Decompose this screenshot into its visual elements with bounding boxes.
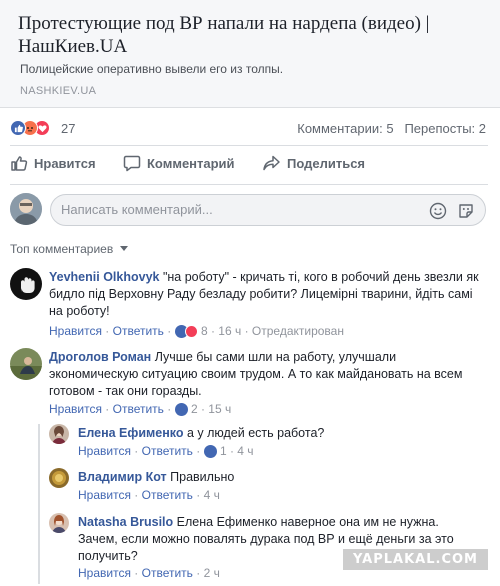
avatar[interactable] [49,513,69,533]
comment-body: Елена Ефименко а у людей есть работа? [78,425,478,442]
link-preview-title[interactable]: Протестующие под ВР напали на нардепа (в… [18,12,488,58]
comment-like-link[interactable]: Нравится [49,402,102,416]
comment-button[interactable]: Комментарий [123,154,235,172]
comment-sort-dropdown[interactable]: Топ комментариев [10,242,128,256]
avatar[interactable] [49,424,69,444]
comment-like-link[interactable]: Нравится [78,488,131,502]
comment-sort-label: Топ комментариев [10,242,114,256]
comment-reply-link[interactable]: Ответить [113,324,164,338]
comment-time[interactable]: 4 ч [237,444,253,458]
comment-author[interactable]: Yevhenii Olkhovyk [49,270,159,284]
comment-time[interactable]: 2 ч [204,566,220,580]
avatar[interactable] [49,468,69,488]
comment-input-box[interactable] [50,194,486,226]
comment-like-link[interactable]: Нравится [49,324,102,338]
watermark: YAPLAKAL.COM [343,549,488,570]
comment-body: Дроголов Роман Лучше бы сами шли на рабо… [49,349,479,400]
link-preview[interactable]: Протестующие под ВР напали на нардепа (в… [0,0,500,108]
comment-reaction-count[interactable]: 8 [201,324,208,338]
comment-text: а у людей есть работа? [186,426,325,440]
sticker-icon[interactable] [457,202,475,220]
comment-reply-link[interactable]: Ответить [142,566,193,580]
like-icon [203,445,217,458]
comment-reply-link[interactable]: Ответить [142,444,193,458]
avatar[interactable] [10,268,42,300]
share-button-label: Поделиться [287,155,366,171]
comment-time[interactable]: 4 ч [204,488,220,502]
like-icon [174,403,188,416]
reply: Natasha Brusilo Елена Ефименко наверное … [49,513,489,583]
comment-meta: Нравится · Ответить · 1 · 4 ч [78,444,254,458]
like-button-label: Нравится [34,155,96,171]
emoji-icon[interactable] [429,202,447,220]
share-icon [263,155,280,171]
comment-author[interactable]: Дроголов Роман [49,350,151,364]
comment-like-link[interactable]: Нравится [78,444,131,458]
comment-reply-link[interactable]: Ответить [113,402,164,416]
post-stats: Комментарии: 5 Перепосты: 2 [297,121,486,136]
avatar[interactable] [10,348,42,380]
comment-reaction-count[interactable]: 1 [220,444,227,458]
comments-count-link[interactable]: Комментарии: 5 [297,121,393,136]
comment-meta: Нравится · Ответить · 4 ч [78,488,220,502]
comment-meta: Нравится · Ответить · 2 ч [78,566,220,580]
comment-time[interactable]: 16 ч [218,324,241,338]
comment-body: Владимир Кот Правильно [78,469,478,486]
comment-meta: Нравится · Ответить · 8 · 16 ч · Отредак… [49,324,344,338]
reply: Елена Ефименко а у людей есть работа? Нр… [49,424,489,460]
comment-composer [0,190,500,230]
comment-input[interactable] [61,202,401,217]
comment: Yevhenii Olkhovyk "на роботу" - кричать … [10,268,490,340]
comment-edited: Отредактирован [251,324,344,338]
share-button[interactable]: Поделиться [262,154,365,172]
link-preview-domain: NASHKIEV.UA [20,85,97,97]
comment-body: Yevhenii Olkhovyk "на роботу" - кричать … [49,269,479,320]
divider [10,184,488,185]
comment-author[interactable]: Владимир Кот [78,470,167,484]
reply: Владимир Кот Правильно Нравится · Ответи… [49,468,489,504]
comment-icon [123,155,141,172]
link-preview-description: Полицейские оперативно вывели его из тол… [20,62,284,76]
reaction-count[interactable]: 27 [61,121,75,136]
comment-reaction-count[interactable]: 2 [191,402,198,416]
comment-like-link[interactable]: Нравится [78,566,131,580]
comment-reply-link[interactable]: Ответить [142,488,193,502]
comment-author[interactable]: Елена Ефименко [78,426,183,440]
love-icon [184,325,198,338]
avatar[interactable] [10,193,42,225]
comment: Дроголов Роман Лучше бы сами шли на рабо… [10,348,490,420]
reaction-icons[interactable] [10,120,58,136]
like-icon [10,120,26,136]
thumbs-up-icon [11,156,28,171]
post-card: Протестующие под ВР напали на нардепа (в… [0,0,500,586]
comment-time[interactable]: 15 ч [208,402,231,416]
comment-button-label: Комментарий [147,155,235,171]
divider [10,145,488,146]
reply-thread-line [38,424,40,584]
comment-text: Правильно [170,470,235,484]
comment-meta: Нравится · Ответить · 2 · 15 ч [49,402,232,416]
reactions-summary: 27 Комментарии: 5 Перепосты: 2 [0,116,500,140]
like-button[interactable]: Нравится [10,154,96,172]
chevron-down-icon [119,246,128,251]
comment-author[interactable]: Natasha Brusilo [78,515,173,529]
shares-count-link[interactable]: Перепосты: 2 [404,121,486,136]
post-actions: Нравится Комментарий Поделиться [0,148,500,180]
